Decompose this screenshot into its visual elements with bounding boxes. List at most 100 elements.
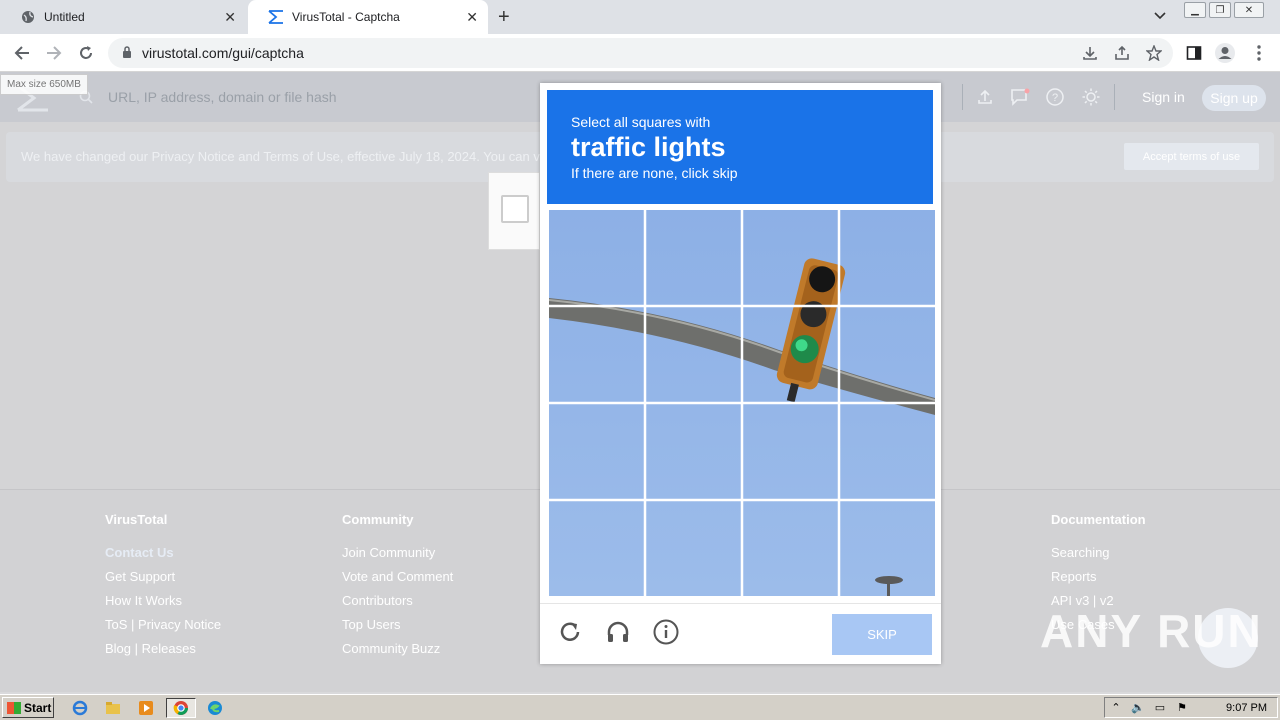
- footer-link-vote-comment[interactable]: Vote and Comment: [342, 568, 453, 592]
- close-icon[interactable]: ✕: [466, 9, 478, 26]
- profile-icon[interactable]: [1214, 42, 1236, 64]
- tab-virustotal-captcha[interactable]: VirusTotal - Captcha ✕: [248, 0, 488, 34]
- notice-text: We have changed our Privacy Notice and T…: [21, 149, 540, 164]
- audio-icon[interactable]: [604, 618, 632, 646]
- tab-title: Untitled: [44, 10, 85, 24]
- windows-logo-icon: [7, 701, 21, 714]
- reload-icon[interactable]: [556, 618, 584, 646]
- star-icon[interactable]: [1143, 42, 1165, 64]
- url-text: virustotal.com/gui/captcha: [142, 45, 304, 61]
- minimize-button[interactable]: ▁: [1184, 2, 1206, 18]
- info-icon[interactable]: [652, 618, 680, 646]
- volume-icon[interactable]: 🔈: [1127, 701, 1149, 714]
- captcha-challenge-dialog: Select all squares with traffic lights I…: [540, 83, 941, 664]
- edge-icon[interactable]: [205, 698, 225, 718]
- captcha-tile-2[interactable]: [646, 210, 741, 305]
- taskbar: Start ⌃ 🔈 ▭ ⚑ 9:07 PM: [0, 694, 1280, 720]
- captcha-tile-13[interactable]: [549, 501, 644, 596]
- footer-column-virustotal: VirusTotal Contact Us Get Support How It…: [105, 512, 221, 664]
- captcha-tile-11[interactable]: [743, 404, 838, 499]
- footer-link-join-community[interactable]: Join Community: [342, 544, 453, 568]
- network-icon[interactable]: ▭: [1149, 701, 1171, 714]
- footer-link-top-users[interactable]: Top Users: [342, 616, 453, 640]
- lock-icon: [122, 45, 132, 61]
- start-label: Start: [24, 700, 52, 715]
- footer-heading: Community: [342, 512, 414, 527]
- captcha-tile-6[interactable]: [646, 307, 741, 402]
- arrow-left-icon: [14, 46, 29, 60]
- captcha-tile-8[interactable]: [840, 307, 935, 402]
- footer-link-how-it-works[interactable]: How It Works: [105, 592, 221, 616]
- share-icon[interactable]: [1111, 42, 1133, 64]
- captcha-tile-9[interactable]: [549, 404, 644, 499]
- window-close-button[interactable]: ✕: [1234, 2, 1264, 18]
- install-icon[interactable]: [1079, 42, 1101, 64]
- captcha-tile-14[interactable]: [646, 501, 741, 596]
- system-tray: ⌃ 🔈 ▭ ⚑ 9:07 PM: [1104, 697, 1278, 718]
- captcha-tile-16[interactable]: [840, 501, 935, 596]
- footer-heading: VirusTotal: [105, 512, 168, 527]
- sign-in-link[interactable]: Sign in: [1142, 89, 1185, 105]
- accept-terms-button[interactable]: Accept terms of use: [1124, 143, 1259, 170]
- captcha-target: traffic lights: [571, 132, 726, 162]
- browser-toolbar: virustotal.com/gui/captcha: [0, 34, 1280, 72]
- chevron-up-icon[interactable]: ⌃: [1105, 701, 1127, 714]
- start-button[interactable]: Start: [2, 697, 54, 718]
- captcha-tile-3[interactable]: [743, 210, 838, 305]
- restore-button[interactable]: ❐: [1209, 2, 1231, 18]
- media-player-icon[interactable]: [136, 698, 156, 718]
- notifications-icon[interactable]: [1009, 86, 1031, 108]
- side-panel-icon[interactable]: [1183, 42, 1205, 64]
- tab-bar: Untitled ✕ VirusTotal - Captcha ✕ + ▁ ❐ …: [0, 0, 1280, 34]
- explorer-icon[interactable]: [103, 698, 123, 718]
- captcha-tile-1[interactable]: [549, 210, 644, 305]
- tab-untitled[interactable]: Untitled ✕: [0, 0, 246, 34]
- footer-link-searching[interactable]: Searching: [1051, 544, 1146, 568]
- captcha-tile-4[interactable]: [840, 210, 935, 305]
- divider: [1114, 84, 1115, 110]
- captcha-tile-10[interactable]: [646, 404, 741, 499]
- sign-up-button[interactable]: Sign up: [1202, 85, 1266, 111]
- arrow-right-icon: [47, 46, 62, 60]
- captcha-header: Select all squares with traffic lights I…: [547, 90, 933, 204]
- skip-button[interactable]: SKIP: [832, 614, 932, 655]
- captcha-tile-5[interactable]: [549, 307, 644, 402]
- flag-icon[interactable]: ⚑: [1171, 701, 1193, 714]
- chrome-icon: [173, 701, 188, 715]
- captcha-image-grid: [549, 210, 935, 596]
- reload-button[interactable]: [75, 42, 97, 64]
- footer-link-contributors[interactable]: Contributors: [342, 592, 453, 616]
- footer-column-community: Community Join Community Vote and Commen…: [342, 512, 453, 664]
- tab-title: VirusTotal - Captcha: [292, 10, 400, 24]
- captcha-hint: If there are none, click skip: [571, 165, 738, 181]
- forward-button[interactable]: [43, 42, 65, 64]
- chevron-down-icon[interactable]: [1154, 9, 1166, 23]
- captcha-tile-15[interactable]: [743, 501, 838, 596]
- menu-icon[interactable]: [1248, 42, 1270, 64]
- footer-link-community-buzz[interactable]: Community Buzz: [342, 640, 453, 664]
- upload-icon[interactable]: [974, 86, 996, 108]
- footer-link-blog-releases[interactable]: Blog | Releases: [105, 640, 221, 664]
- globe-icon: [20, 9, 36, 25]
- captcha-tile-12[interactable]: [840, 404, 935, 499]
- captcha-checkbox[interactable]: [501, 195, 529, 223]
- theme-toggle-icon[interactable]: [1080, 86, 1102, 108]
- footer-link-tos-privacy[interactable]: ToS | Privacy Notice: [105, 616, 221, 640]
- new-tab-button[interactable]: +: [498, 6, 510, 29]
- max-size-tooltip: Max size 650MB: [0, 74, 88, 95]
- help-icon[interactable]: ?: [1044, 86, 1066, 108]
- anyrun-watermark: ANY RUN: [1040, 605, 1263, 657]
- svg-text:?: ?: [1052, 92, 1058, 104]
- captcha-tile-7[interactable]: [743, 307, 838, 402]
- back-button[interactable]: [11, 42, 33, 64]
- search-input[interactable]: URL, IP address, domain or file hash: [108, 89, 337, 105]
- chrome-taskbar-button[interactable]: [166, 698, 196, 718]
- clock: 9:07 PM: [1226, 701, 1267, 714]
- close-icon[interactable]: ✕: [224, 9, 236, 26]
- footer-link-contact-us[interactable]: Contact Us: [105, 544, 221, 568]
- ie-icon[interactable]: [70, 698, 90, 718]
- footer-link-get-support[interactable]: Get Support: [105, 568, 221, 592]
- address-bar[interactable]: virustotal.com/gui/captcha: [108, 38, 1173, 68]
- reload-icon: [80, 46, 92, 59]
- footer-link-reports[interactable]: Reports: [1051, 568, 1146, 592]
